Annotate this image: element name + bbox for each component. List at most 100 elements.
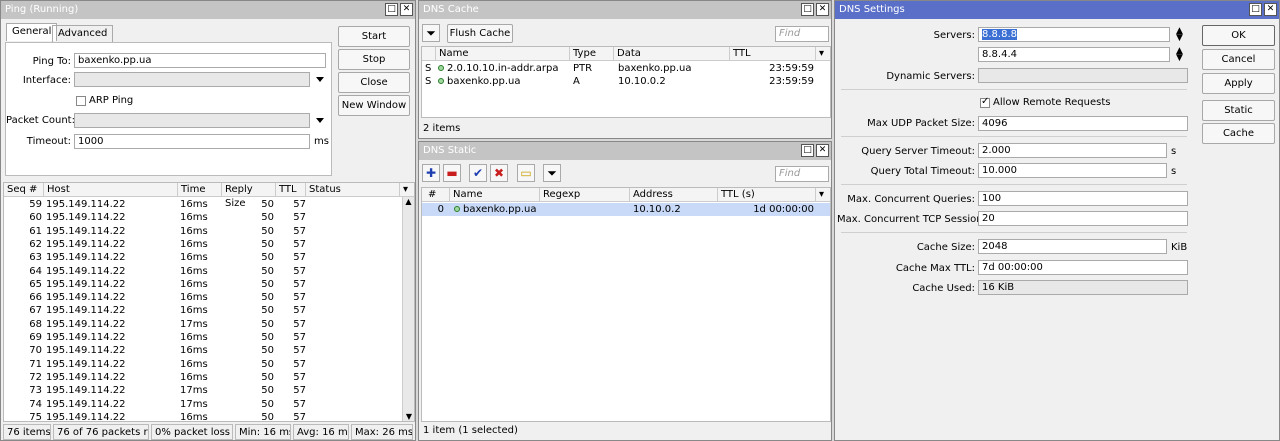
- remove-icon[interactable]: ▬: [443, 164, 461, 182]
- dns-cache-table: Name Type Data TTL ▾ S 2.0.10.10.in-addr.…: [421, 46, 831, 118]
- columns-dropdown-icon[interactable]: ▾: [816, 188, 830, 202]
- server1-updown-icon[interactable]: ▲ ▼: [1176, 27, 1183, 43]
- apply-button[interactable]: Apply: [1202, 73, 1275, 94]
- max-concurrent-tcp-input[interactable]: 20: [978, 211, 1188, 226]
- dns-cache-find-input[interactable]: Find: [775, 26, 829, 42]
- table-row[interactable]: 66 195.149.114.22 16ms 50 57: [4, 291, 400, 304]
- max-concurrent-tcp-label: Max. Concurrent TCP Sessions:: [837, 214, 992, 225]
- cell: 71: [29, 358, 42, 370]
- disable-icon[interactable]: ✖: [490, 164, 508, 182]
- max-concurrent-queries-input[interactable]: 100: [978, 191, 1188, 206]
- close-icon[interactable]: ✕: [816, 3, 829, 16]
- dns-cache-status: 2 items: [423, 123, 461, 134]
- table-row[interactable]: 59 195.149.114.22 16ms 50 57: [4, 198, 400, 211]
- server1-input[interactable]: 8.8.8.8: [978, 27, 1170, 42]
- table-row[interactable]: 63 195.149.114.22 16ms 50 57: [4, 251, 400, 264]
- close-icon[interactable]: ✕: [816, 144, 829, 157]
- dns-cache-titlebar[interactable]: DNS Cache □ ✕: [419, 1, 831, 19]
- filter-icon[interactable]: ⏷: [543, 164, 561, 182]
- maximize-icon[interactable]: □: [385, 3, 398, 16]
- add-icon[interactable]: ✚: [422, 164, 440, 182]
- col-address[interactable]: Address: [630, 188, 718, 202]
- filter-icon[interactable]: ⏷: [422, 24, 440, 42]
- table-row[interactable]: 70 195.149.114.22 16ms 50 57: [4, 344, 400, 357]
- dns-static-find-input[interactable]: Find: [775, 166, 829, 182]
- table-row[interactable]: 62 195.149.114.22 16ms 50 57: [4, 238, 400, 251]
- close-icon[interactable]: ✕: [1264, 3, 1277, 16]
- stop-button[interactable]: Stop: [338, 49, 410, 70]
- col-data[interactable]: Data: [614, 47, 730, 61]
- cell: 64: [29, 265, 42, 277]
- maximize-icon[interactable]: □: [801, 144, 814, 157]
- ok-button[interactable]: OK: [1202, 25, 1275, 46]
- timeout-input[interactable]: 1000: [74, 134, 310, 149]
- flush-cache-button[interactable]: Flush Cache: [447, 24, 513, 43]
- interface-select[interactable]: [74, 72, 310, 87]
- interface-dropdown-icon[interactable]: [316, 77, 324, 82]
- server2-input[interactable]: 8.8.4.4: [978, 47, 1170, 62]
- dns-static-titlebar[interactable]: DNS Static □ ✕: [419, 142, 831, 160]
- table-row[interactable]: 68 195.149.114.22 17ms 50 57: [4, 318, 400, 331]
- cache-button[interactable]: Cache: [1202, 123, 1275, 144]
- col-type[interactable]: Type: [570, 47, 614, 61]
- start-button[interactable]: Start: [338, 26, 410, 47]
- table-row[interactable]: 69 195.149.114.22 16ms 50 57: [4, 331, 400, 344]
- ping-titlebar[interactable]: Ping (Running) □ ✕: [1, 1, 415, 19]
- col-index[interactable]: #: [422, 188, 450, 202]
- col-time[interactable]: Time: [178, 183, 222, 197]
- tab-general[interactable]: General: [6, 23, 58, 41]
- scroll-down-icon[interactable]: ▼: [403, 412, 415, 421]
- col-regexp[interactable]: Regexp: [540, 188, 630, 202]
- columns-dropdown-icon[interactable]: ▾: [400, 183, 414, 197]
- col-ttl[interactable]: TTL: [730, 47, 816, 61]
- arp-ping-checkbox[interactable]: [76, 96, 86, 106]
- dns-settings-titlebar[interactable]: DNS Settings □ ✕: [835, 1, 1279, 19]
- close-icon[interactable]: ✕: [400, 3, 413, 16]
- col-seq[interactable]: Seq #: [4, 183, 44, 197]
- col-name[interactable]: Name: [436, 47, 570, 61]
- table-row[interactable]: 0 baxenko.pp.ua 10.10.0.2 1d 00:00:00: [422, 203, 830, 217]
- new-window-button[interactable]: New Window: [338, 95, 410, 116]
- maximize-icon[interactable]: □: [801, 3, 814, 16]
- enable-icon[interactable]: ✔: [469, 164, 487, 182]
- cancel-button[interactable]: Cancel: [1202, 49, 1275, 70]
- table-row[interactable]: 67 195.149.114.22 16ms 50 57: [4, 304, 400, 317]
- ping-scrollbar[interactable]: ▲ ▼: [402, 197, 414, 421]
- table-row[interactable]: 64 195.149.114.22 16ms 50 57: [4, 265, 400, 278]
- table-row[interactable]: 61 195.149.114.22 16ms 50 57: [4, 225, 400, 238]
- table-row[interactable]: 60 195.149.114.22 16ms 50 57: [4, 211, 400, 224]
- table-row[interactable]: 73 195.149.114.22 17ms 50 57: [4, 384, 400, 397]
- col-name[interactable]: Name: [450, 188, 540, 202]
- maximize-icon[interactable]: □: [1249, 3, 1262, 16]
- table-row[interactable]: S 2.0.10.10.in-addr.arpa PTR baxenko.pp.ua 2…: [422, 62, 830, 75]
- col-host[interactable]: Host: [44, 183, 178, 197]
- cache-size-input[interactable]: 2048: [978, 239, 1167, 254]
- table-row[interactable]: 65 195.149.114.22 16ms 50 57: [4, 278, 400, 291]
- ping-to-input[interactable]: baxenko.pp.ua: [74, 53, 326, 68]
- table-row[interactable]: 74 195.149.114.22 17ms 50 57: [4, 398, 400, 411]
- col-ttl[interactable]: TTL (s): [718, 188, 816, 202]
- query-total-timeout-input[interactable]: 10.000: [978, 163, 1167, 178]
- server2-updown-icon[interactable]: ▲ ▼: [1176, 47, 1183, 63]
- cache-max-ttl-input[interactable]: 7d 00:00:00: [978, 260, 1188, 275]
- table-row[interactable]: 75 195.149.114.22 16ms 50 57: [4, 411, 400, 424]
- tab-advanced[interactable]: Advanced: [52, 25, 114, 43]
- server1-value: 8.8.8.8: [982, 29, 1017, 40]
- query-server-timeout-input[interactable]: 2.000: [978, 143, 1167, 158]
- table-row[interactable]: Sbaxenko.pp.ua A 10.10.0.2 23:59:59: [422, 75, 830, 88]
- packet-count-dropdown-icon[interactable]: [316, 118, 324, 123]
- col-ttl[interactable]: TTL: [276, 183, 306, 197]
- close-button[interactable]: Close: [338, 72, 410, 93]
- cell: 16ms: [180, 371, 208, 383]
- table-row[interactable]: 71 195.149.114.22 16ms 50 57: [4, 358, 400, 371]
- columns-dropdown-icon[interactable]: ▾: [816, 47, 830, 61]
- col-reply-size[interactable]: Reply Size: [222, 183, 276, 209]
- col-status[interactable]: Status: [306, 183, 400, 197]
- table-row[interactable]: 72 195.149.114.22 16ms 50 57: [4, 371, 400, 384]
- max-udp-input[interactable]: 4096: [978, 116, 1188, 131]
- allow-remote-checkbox[interactable]: [980, 96, 990, 108]
- scroll-up-icon[interactable]: ▲: [403, 197, 414, 206]
- packet-count-select[interactable]: [74, 113, 310, 128]
- static-button[interactable]: Static: [1202, 100, 1275, 121]
- comment-icon[interactable]: ▭: [517, 164, 535, 182]
